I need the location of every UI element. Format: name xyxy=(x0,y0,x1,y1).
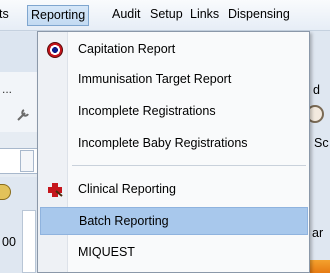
menu-item-immunisation-target-report[interactable]: Immunisation Target Report xyxy=(40,66,308,94)
truncated-text: Sc xyxy=(314,136,329,150)
accent-bar xyxy=(308,260,330,273)
menu-audit[interactable]: Audit xyxy=(112,5,141,26)
menu-item-label: Incomplete Registrations xyxy=(78,104,216,118)
menu-separator xyxy=(72,165,306,166)
menu-item-incomplete-baby-registrations[interactable]: Incomplete Baby Registrations xyxy=(40,130,308,158)
menu-item-incomplete-registrations[interactable]: Incomplete Registrations xyxy=(40,98,308,126)
menu-dispensing[interactable]: Dispensing xyxy=(228,5,290,26)
reporting-dropdown-menu: Capitation Report Immunisation Target Re… xyxy=(37,31,310,273)
truncated-text: ... xyxy=(2,82,13,96)
menu-item-miquest[interactable]: MIQUEST xyxy=(40,239,308,267)
menu-item-label: Capitation Report xyxy=(78,42,176,56)
menu-links[interactable]: Links xyxy=(190,5,219,26)
clinical-reporting-icon xyxy=(48,183,63,197)
menu-setup[interactable]: Setup xyxy=(150,5,183,26)
menu-item-label: Immunisation Target Report xyxy=(78,72,232,86)
background-panel xyxy=(22,210,36,273)
menu-bar: ts Reporting Audit Setup Links Dispensin… xyxy=(0,0,330,31)
toolbar-band xyxy=(0,32,38,72)
menu-item-capitation-report[interactable]: Capitation Report xyxy=(40,36,308,64)
target-icon xyxy=(47,42,63,58)
menu-item-batch-reporting[interactable]: Batch Reporting xyxy=(40,207,308,235)
menu-item-label: Batch Reporting xyxy=(79,214,169,228)
background-value: 00 xyxy=(2,235,16,249)
menu-reporting[interactable]: Reporting xyxy=(27,5,90,26)
menu-tools-partial[interactable]: ts xyxy=(0,5,9,26)
content-band xyxy=(0,72,38,132)
background-field-button[interactable] xyxy=(20,150,34,172)
menu-item-clinical-reporting[interactable]: Clinical Reporting xyxy=(40,176,308,204)
menu-item-label: Incomplete Baby Registrations xyxy=(78,136,248,150)
truncated-text: ar xyxy=(312,226,324,240)
wrench-icon xyxy=(17,109,29,121)
truncated-text: d xyxy=(313,83,320,97)
menu-item-label: Clinical Reporting xyxy=(78,182,176,196)
menu-item-label: MIQUEST xyxy=(78,245,135,259)
